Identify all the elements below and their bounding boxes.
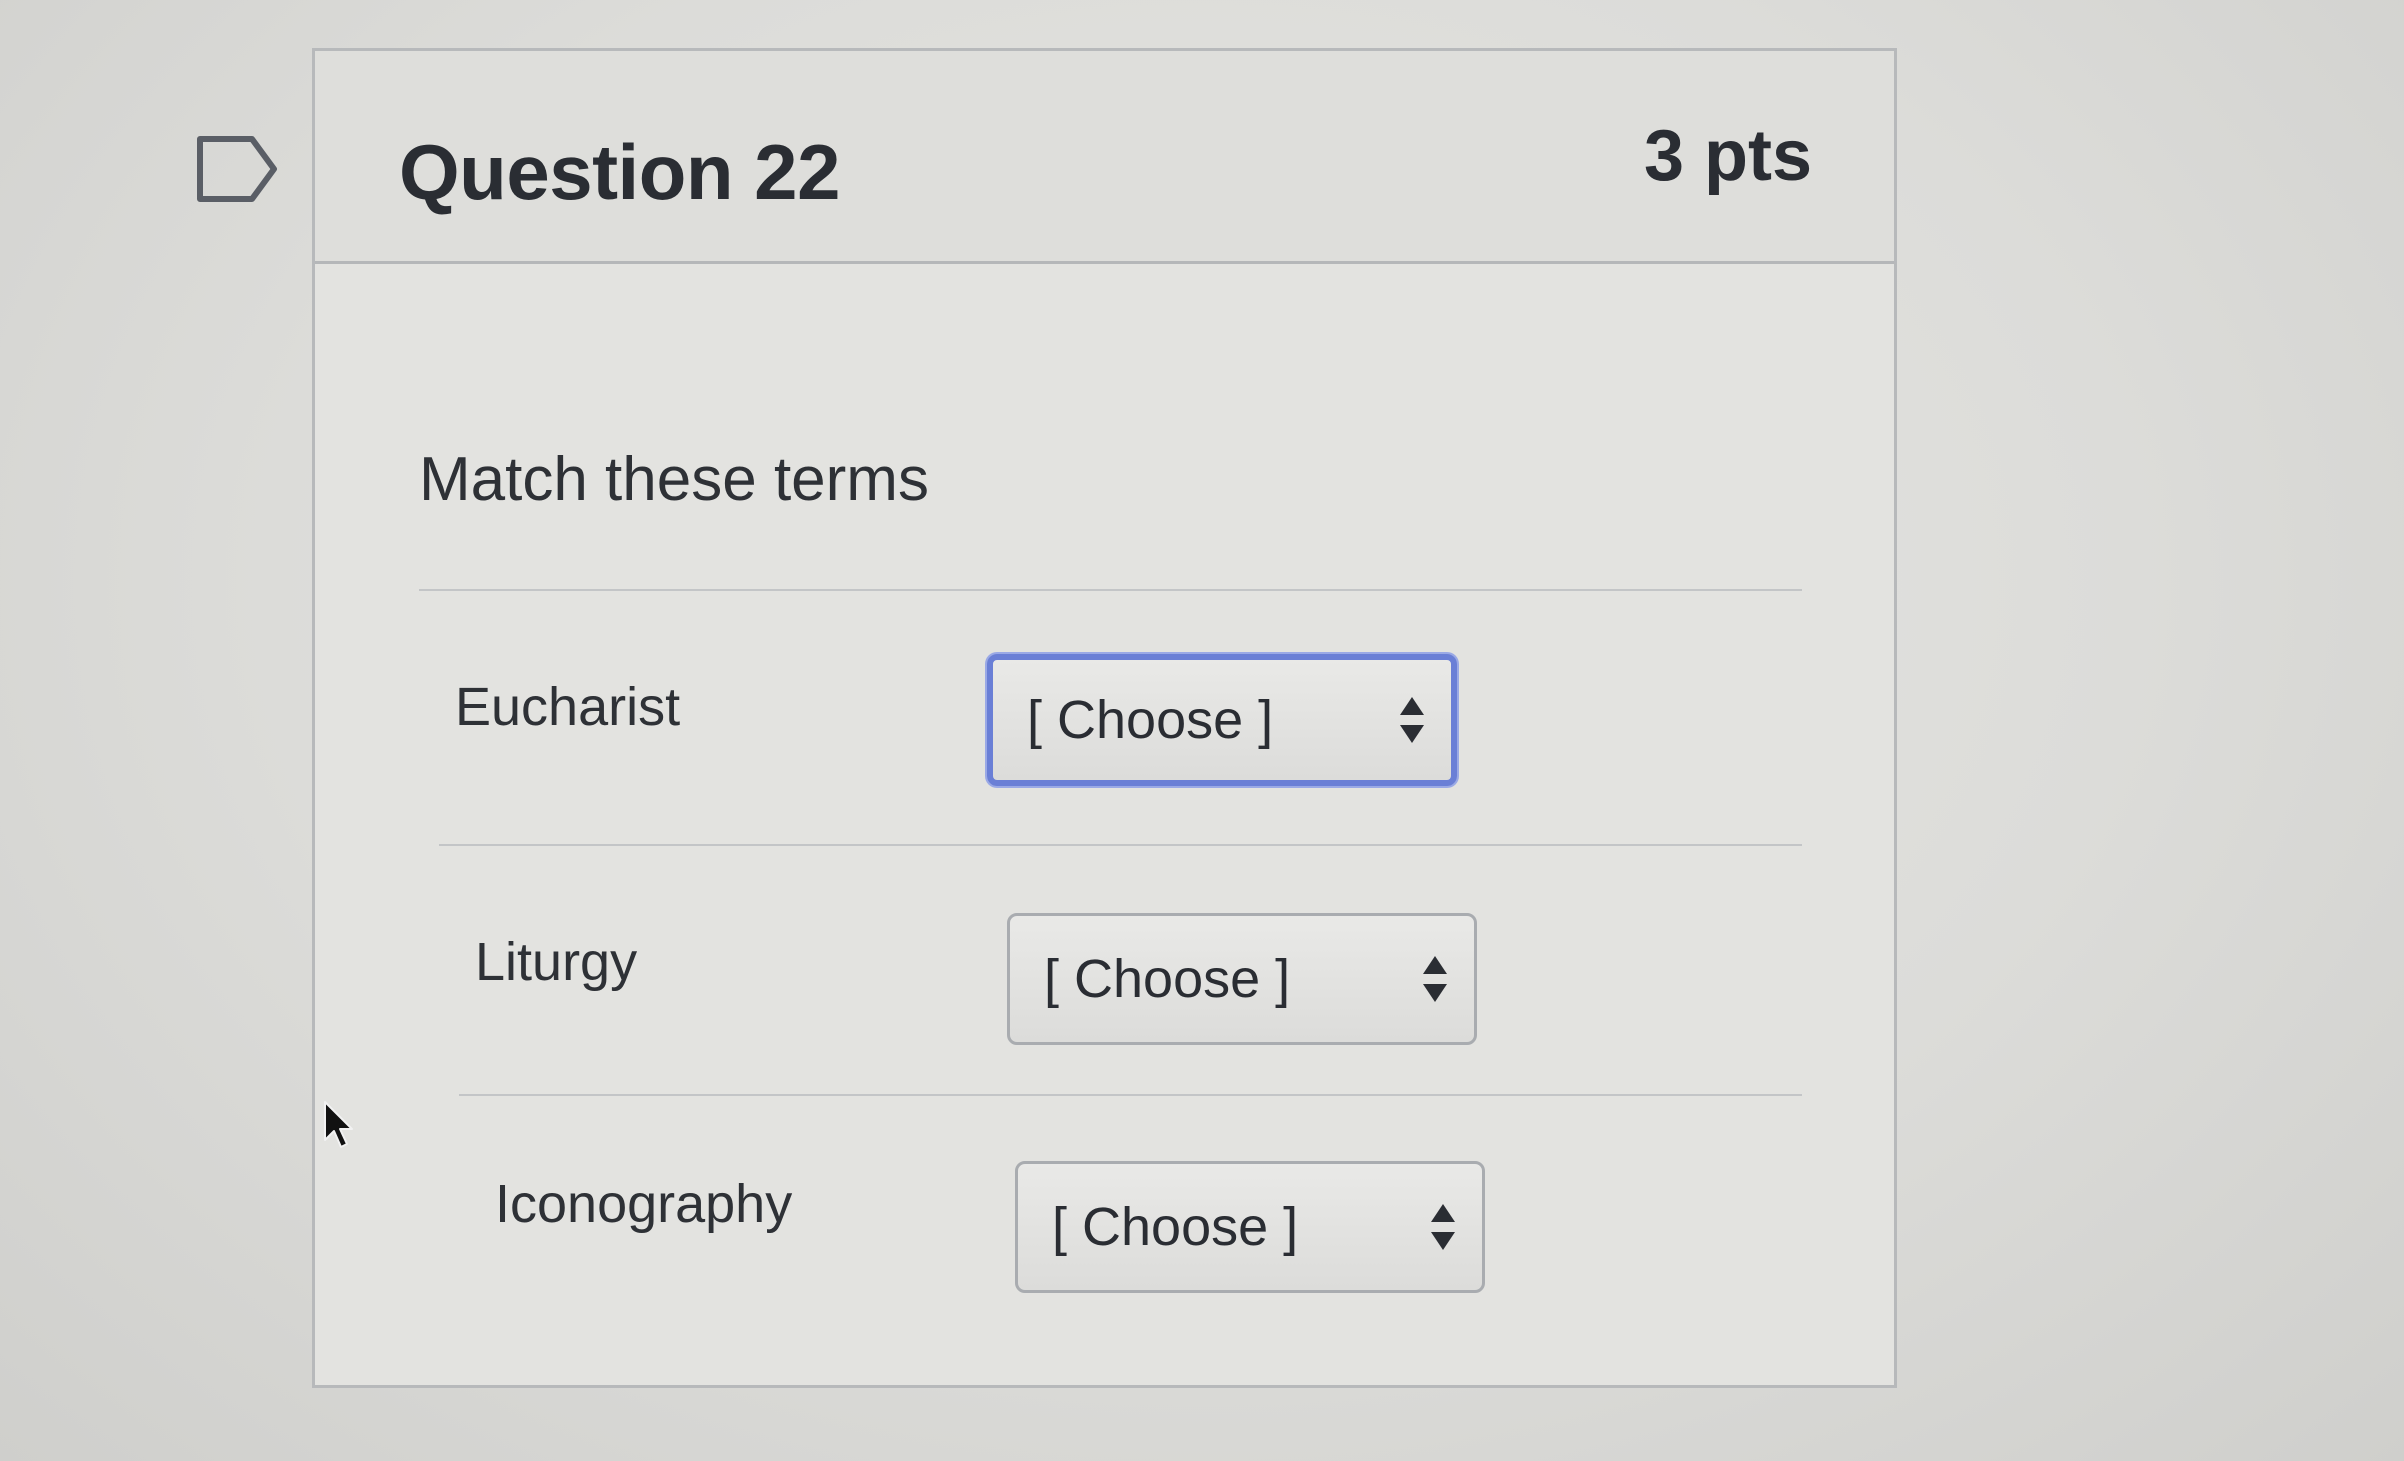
flag-question-icon[interactable] [196,133,280,205]
select-arrows-icon [1423,956,1447,1002]
select-value: [ Choose ] [1044,949,1291,1009]
divider [439,844,1802,846]
answer-select-eucharist[interactable]: [ Choose ] [987,654,1457,786]
mouse-cursor-icon [324,1101,353,1148]
question-prompt: Match these terms [419,445,929,514]
question-header: Question 22 3 pts [315,51,1894,264]
question-points: 3 pts [1643,116,1812,196]
divider [419,589,1802,591]
answer-select-iconography[interactable]: [ Choose ] [1015,1161,1485,1293]
select-arrows-icon [1400,697,1424,743]
match-row-eucharist: Eucharist [ Choose ] [315,594,1894,834]
question-card: Question 22 3 pts Match these terms Euch… [312,48,1897,1388]
match-row-iconography: Iconography [ Choose ] [315,1099,1894,1339]
term-label: Liturgy [475,932,638,992]
select-arrows-icon [1431,1204,1455,1250]
question-body: Match these terms Eucharist [ Choose ] L… [315,264,1894,1385]
select-value: [ Choose ] [1052,1197,1299,1257]
select-value: [ Choose ] [1027,690,1274,750]
term-label: Iconography [495,1174,793,1234]
divider [459,1094,1802,1096]
answer-select-liturgy[interactable]: [ Choose ] [1007,913,1477,1045]
question-title: Question 22 [399,128,840,216]
match-row-liturgy: Liturgy [ Choose ] [315,849,1894,1089]
term-label: Eucharist [455,677,681,737]
